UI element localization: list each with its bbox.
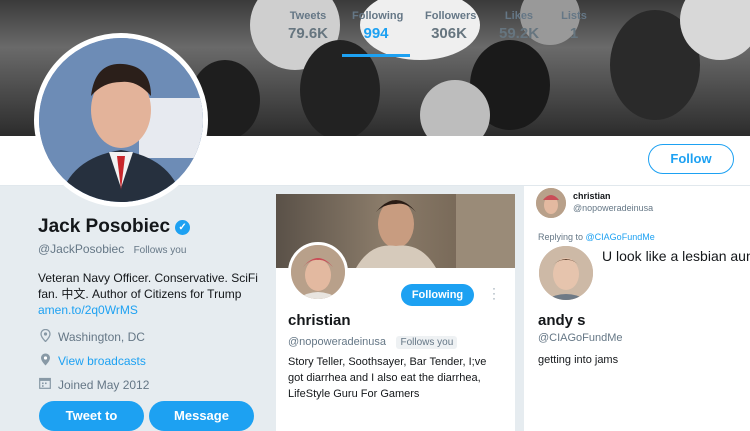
joined-date: Joined May 2012 — [58, 377, 150, 392]
user-card-handle-row: @nopoweradeinusa Follows you — [288, 332, 458, 350]
profile-bio: Veteran Navy Officer. Conservative. SciF… — [38, 271, 258, 301]
tweet-text: U look like a lesbian aunty — [602, 248, 750, 264]
stat-following-label: Following — [352, 10, 404, 22]
profile-name-row: Jack Posobiec ✓ — [38, 216, 266, 238]
stat-tweets-label: Tweets — [289, 10, 327, 22]
stat-lists-label: Lists — [561, 10, 587, 22]
stat-following[interactable]: Following 994 — [342, 10, 410, 57]
tweet-author-handle[interactable]: @nopoweradeinusa — [573, 203, 653, 213]
location-row: Washington, DC — [38, 328, 266, 345]
stat-lists-value: 1 — [569, 25, 579, 42]
replying-to-row: Replying to @CIAGoFundMe — [538, 232, 655, 242]
stat-likes[interactable]: Likes 59.2K — [499, 10, 539, 42]
stat-likes-label: Likes — [504, 10, 534, 22]
profile-avatar[interactable] — [34, 33, 208, 207]
broadcasts-row[interactable]: View broadcasts — [38, 353, 266, 369]
stat-following-value: 994 — [363, 25, 389, 42]
user-card-avatar[interactable] — [536, 243, 596, 303]
user-card-andy[interactable]: christian @nopoweradeinusa Replying to @… — [524, 186, 750, 431]
user-card-avatar[interactable] — [288, 242, 348, 302]
view-broadcasts-link[interactable]: View broadcasts — [58, 354, 146, 368]
message-button[interactable]: Message — [149, 401, 254, 431]
profile-card: Jack Posobiec ✓ @JackPosobiec Follows yo… — [38, 216, 266, 392]
tweet-author-name[interactable]: christian — [573, 191, 611, 201]
following-button[interactable]: Following — [401, 284, 474, 306]
stat-tweets-value: 79.6K — [287, 25, 329, 42]
user-card-christian[interactable]: Following · · · christian @nopoweradeinusa… — [276, 194, 515, 431]
stat-tweets[interactable]: Tweets 79.6K — [287, 10, 329, 42]
stat-followers-label: Followers — [425, 10, 477, 22]
stat-lists[interactable]: Lists 1 — [561, 10, 587, 42]
stat-followers[interactable]: Followers 306K — [425, 10, 477, 42]
tweet-author-avatar[interactable] — [536, 188, 566, 218]
broadcast-pin-icon — [38, 353, 52, 369]
more-options-icon[interactable]: · · · — [491, 282, 497, 304]
profile-handle-row: @JackPosobiec Follows you — [38, 242, 266, 256]
profile-name: Jack Posobiec — [38, 216, 171, 237]
user-card-bio: getting into jams — [538, 354, 619, 366]
user-card-bio: Story Teller, Soothsayer, Bar Tender, I;… — [288, 356, 487, 400]
user-card-handle[interactable]: @CIAGoFundMe — [538, 332, 623, 344]
verified-badge-icon: ✓ — [175, 219, 191, 235]
user-card-name[interactable]: christian — [288, 312, 351, 329]
location-text: Washington, DC — [58, 330, 145, 344]
follows-you-badge: Follows you — [396, 336, 458, 349]
location-pin-icon — [38, 328, 52, 345]
joined-row: Joined May 2012 — [38, 377, 266, 392]
follows-you-label: Follows you — [133, 245, 187, 256]
profile-handle[interactable]: @JackPosobiec — [38, 242, 124, 256]
user-card-handle[interactable]: @nopoweradeinusa — [288, 336, 386, 348]
calendar-icon — [38, 377, 52, 392]
follow-button[interactable]: Follow — [648, 144, 734, 174]
user-card-name[interactable]: andy s — [538, 312, 586, 329]
tweet-to-button[interactable]: Tweet to — [39, 401, 144, 431]
replying-to-label: Replying to — [538, 232, 584, 242]
bio-link[interactable]: amen.to/2q0WrMS — [38, 303, 266, 317]
stat-followers-value: 306K — [431, 25, 467, 42]
stat-likes-value: 59.2K — [499, 25, 540, 42]
replying-to-handle[interactable]: @CIAGoFundMe — [586, 232, 655, 242]
